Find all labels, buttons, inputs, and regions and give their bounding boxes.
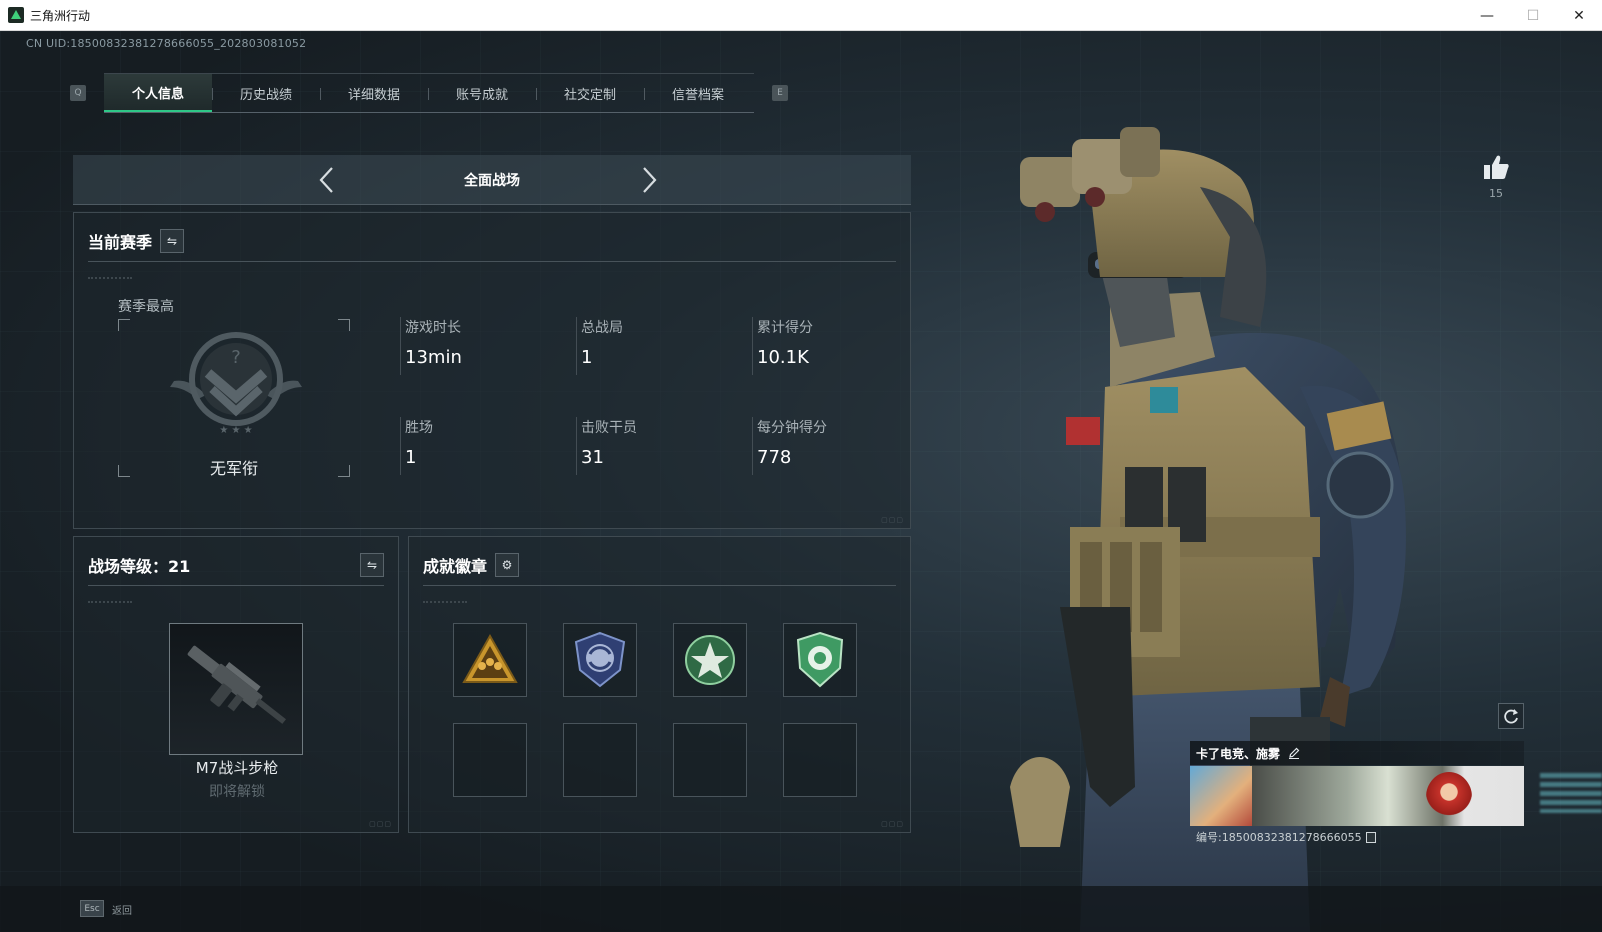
like-button[interactable]: 15	[1480, 153, 1512, 200]
shield-emblem-badge-icon	[796, 631, 844, 688]
back-label[interactable]: 返回	[112, 902, 132, 917]
rifle-icon	[187, 645, 287, 724]
season-stats-grid: 游戏时长 13min 总战局 1 累计得分 10.1K 胜场 1 击败干员 31…	[400, 317, 900, 475]
player-avatar	[1190, 766, 1252, 826]
battlefield-level-panel: 战场等级：21 ⇋ M7战斗步枪 即将解锁 ▢▢▢	[73, 536, 399, 833]
game-viewport: CN UID:18500832381278666055_202803081052	[0, 31, 1602, 932]
maximize-button[interactable]: ☐	[1510, 0, 1556, 31]
copy-icon[interactable]	[1365, 831, 1376, 843]
badges-panel-header: 成就徽章 ⚙	[423, 553, 520, 577]
tab-detailed-data[interactable]: 详细数据	[320, 74, 428, 112]
refresh-icon	[1504, 709, 1518, 724]
weapon-name: M7战斗步枪	[195, 759, 279, 777]
tab-prev-key-hint[interactable]: Q	[70, 85, 86, 101]
empty-badge-slot[interactable]	[673, 723, 747, 797]
window-title: 三角洲行动	[30, 8, 91, 23]
badge-slot[interactable]	[673, 623, 747, 697]
tab-personal-info[interactable]: 个人信息	[104, 74, 212, 112]
minimize-button[interactable]: —	[1464, 0, 1510, 31]
badge-slot[interactable]	[783, 623, 857, 697]
level-panel-header: 战场等级：21	[88, 553, 190, 577]
level-switch-button[interactable]: ⇋	[360, 553, 384, 577]
season-panel-header: 当前赛季 ⇋	[88, 229, 185, 253]
window-titlebar: 三角洲行动 — ☐ ✕	[0, 0, 1602, 31]
stat-score-per-minute: 每分钟得分 778	[752, 417, 900, 475]
svg-text:?: ?	[231, 347, 241, 368]
mode-next-arrow-icon[interactable]	[635, 165, 663, 195]
stat-total-score: 累计得分 10.1K	[752, 317, 900, 375]
season-best-label: 赛季最高	[118, 299, 174, 315]
decorative-mark	[423, 601, 467, 603]
empty-badge-slot[interactable]	[453, 723, 527, 797]
banner-character-art	[1426, 772, 1472, 822]
edit-pencil-icon[interactable]	[1288, 747, 1300, 759]
empty-badge-slot[interactable]	[563, 723, 637, 797]
svg-text:★ ★ ★: ★ ★ ★	[219, 425, 252, 436]
divider	[88, 261, 896, 262]
tab-social-customization[interactable]: 社交定制	[536, 74, 644, 112]
uid-label: CN UID:18500832381278666055_202803081052	[26, 37, 307, 50]
banner-artwork	[1252, 766, 1524, 826]
rank-name: 无军衔	[209, 459, 258, 478]
app-logo-icon	[8, 7, 24, 23]
bottom-bar: Esc 返回	[0, 886, 1602, 932]
like-count: 15	[1489, 187, 1503, 200]
tab-account-achievements[interactable]: 账号成就	[428, 74, 536, 112]
divider	[423, 585, 896, 586]
rank-emblem-icon: ? ★ ★ ★	[170, 332, 302, 436]
achievement-badges-panel: 成就徽章 ⚙ ▢▢▢	[408, 536, 911, 833]
star-wreath-badge-icon	[685, 635, 735, 685]
player-banner-image	[1190, 766, 1524, 826]
mode-selector: 全面战场	[73, 155, 911, 205]
tab-bar: 个人信息 历史战绩 详细数据 账号成就 社交定制 信誉档案	[104, 73, 754, 113]
triangle-squad-badge-icon	[462, 633, 518, 683]
stat-total-matches: 总战局 1	[576, 317, 752, 375]
badge-slot[interactable]	[453, 623, 527, 697]
badge-settings-button[interactable]: ⚙	[495, 553, 520, 577]
stat-wins: 胜场 1	[400, 417, 576, 475]
empty-badge-slot[interactable]	[783, 723, 857, 797]
thumbs-up-icon	[1484, 155, 1509, 179]
player-id: 编号:18500832381278666055	[1196, 831, 1362, 844]
player-name: 卡了电竞、施雾	[1196, 746, 1281, 761]
gear-icon: ⚙	[501, 558, 513, 572]
stat-play-time: 游戏时长 13min	[400, 317, 576, 375]
weapon-unlock-card[interactable]	[169, 623, 303, 755]
level-panel-title: 战场等级：21	[88, 557, 191, 576]
decorative-light-streaks	[1540, 773, 1602, 813]
mode-label: 全面战场	[464, 172, 520, 189]
tab-history[interactable]: 历史战绩	[212, 74, 320, 112]
badges-panel-title: 成就徽章	[423, 557, 488, 576]
swap-arrows-icon: ⇋	[166, 234, 178, 248]
tab-credit-profile[interactable]: 信誉档案	[644, 74, 752, 112]
swap-arrows-icon: ⇋	[366, 558, 378, 572]
window-controls: — ☐ ✕	[1464, 0, 1602, 31]
badge-slot[interactable]	[563, 623, 637, 697]
rotate-view-button[interactable]	[1498, 703, 1524, 729]
esc-key-hint[interactable]: Esc	[80, 900, 104, 917]
current-season-panel: 当前赛季 ⇋ 赛季最高 ? ★ ★ ★ 无军衔 游戏时长 13min 总战局 1…	[73, 212, 911, 529]
weapon-status: 即将解锁	[209, 784, 265, 800]
decorative-dots: ▢▢▢	[881, 820, 904, 828]
decorative-mark	[88, 601, 132, 603]
player-id-row: 编号:18500832381278666055	[1196, 829, 1376, 845]
rank-frame: ? ★ ★ ★ 无军衔	[118, 319, 350, 478]
divider	[88, 585, 384, 586]
decorative-dots: ▢▢▢	[881, 516, 904, 524]
tab-navigation: Q 个人信息 历史战绩 详细数据 账号成就 社交定制 信誉档案 E	[70, 73, 788, 113]
stat-kills: 击败干员 31	[576, 417, 752, 475]
decorative-mark	[88, 277, 132, 279]
player-card[interactable]: 卡了电竞、施雾 编号:18500832381278666055	[1190, 741, 1524, 844]
season-panel-title: 当前赛季	[88, 233, 153, 252]
close-button[interactable]: ✕	[1556, 0, 1602, 31]
decorative-dots: ▢▢▢	[369, 820, 392, 828]
player-name-row: 卡了电竞、施雾	[1190, 741, 1524, 765]
shield-arrows-badge-icon	[574, 631, 626, 688]
season-switch-button[interactable]: ⇋	[160, 229, 185, 253]
tab-next-key-hint[interactable]: E	[772, 85, 788, 101]
mode-prev-arrow-icon[interactable]	[313, 165, 341, 195]
